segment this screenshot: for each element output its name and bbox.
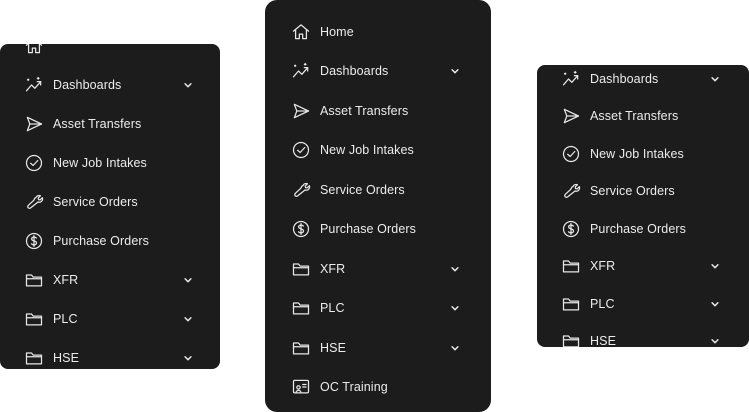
- folder-icon: [291, 338, 311, 358]
- folder-icon: [24, 309, 44, 329]
- menu-item-label: Purchase Orders: [53, 233, 149, 248]
- wrench-icon: [561, 181, 581, 201]
- send-icon: [24, 114, 44, 134]
- folder-icon: [24, 270, 44, 290]
- menu-item-label: HSE: [590, 334, 617, 347]
- menu-item-purchase-orders[interactable]: Purchase Orders: [537, 210, 749, 248]
- menu-item-asset-transfers[interactable]: Asset Transfers: [537, 98, 749, 136]
- menu-item-label: New Job Intakes: [53, 155, 147, 170]
- menu-item-service-orders[interactable]: Service Orders: [265, 170, 491, 210]
- dollar-circle-icon: [291, 219, 311, 239]
- wrench-icon: [291, 180, 311, 200]
- menu-item-service-orders[interactable]: Service Orders: [537, 173, 749, 211]
- chevron-down-icon[interactable]: [449, 263, 461, 275]
- menu-item-oc-training[interactable]: OC Training: [265, 368, 491, 408]
- folder-icon: [561, 331, 581, 347]
- menu-item-purchase-orders[interactable]: Purchase Orders: [265, 210, 491, 250]
- menu-item-hse[interactable]: HSE: [265, 328, 491, 368]
- menu-item-dashboards[interactable]: Dashboards: [265, 52, 491, 92]
- folder-icon: [561, 294, 581, 314]
- chevron-down-icon[interactable]: [709, 73, 721, 85]
- folder-icon: [291, 259, 311, 279]
- chart-line-icon: [24, 75, 44, 95]
- menu-item-label: XFR: [53, 272, 79, 287]
- menu-list: Dashboards Asset Transfers New Job Intak…: [0, 44, 220, 369]
- menu-item-plc[interactable]: PLC: [0, 299, 220, 338]
- menu-item-hse[interactable]: HSE: [0, 338, 220, 369]
- menu-item-label: Service Orders: [53, 194, 138, 209]
- chevron-down-icon[interactable]: [709, 335, 721, 347]
- menu-item-purchase-orders[interactable]: Purchase Orders: [0, 221, 220, 260]
- folder-icon: [561, 256, 581, 276]
- menu-item-label: XFR: [320, 261, 346, 276]
- chevron-down-icon[interactable]: [182, 79, 194, 91]
- menu-item-label: Service Orders: [320, 182, 405, 197]
- menu-item-label: Purchase Orders: [320, 222, 416, 237]
- menu-item-xfr[interactable]: XFR: [537, 248, 749, 286]
- menu-list: Home Dashboards Asset Transfers New Job …: [265, 12, 491, 407]
- sidebar-menu-right: Dashboards Asset Transfers New Job Intak…: [537, 65, 749, 347]
- chevron-down-icon[interactable]: [449, 65, 461, 77]
- check-circle-icon: [291, 140, 311, 160]
- menu-item-label: Asset Transfers: [53, 116, 142, 131]
- menu-item-label: PLC: [590, 296, 615, 311]
- chevron-down-icon[interactable]: [449, 302, 461, 314]
- menu-item-new-job-intakes[interactable]: New Job Intakes: [0, 143, 220, 182]
- sidebar-menu-left: Dashboards Asset Transfers New Job Intak…: [0, 44, 220, 369]
- menu-item-asset-transfers[interactable]: Asset Transfers: [0, 104, 220, 143]
- menu-item-label: Dashboards: [590, 71, 659, 86]
- menu-item-label: Purchase Orders: [590, 221, 686, 236]
- menu-item-label: XFR: [590, 259, 616, 274]
- sidebar-menu-center: Home Dashboards Asset Transfers New Job …: [265, 0, 491, 412]
- home-icon: [24, 44, 44, 56]
- menu-item-label: Service Orders: [590, 184, 675, 199]
- chevron-down-icon[interactable]: [182, 274, 194, 286]
- menu-item-label: New Job Intakes: [320, 143, 414, 158]
- menu-item-label: New Job Intakes: [590, 146, 684, 161]
- menu-item-asset-transfers[interactable]: Asset Transfers: [265, 91, 491, 131]
- menu-item-new-job-intakes[interactable]: New Job Intakes: [537, 135, 749, 173]
- menu-item-label: Dashboards: [320, 64, 389, 79]
- chart-line-icon: [561, 69, 581, 89]
- chevron-down-icon[interactable]: [182, 352, 194, 364]
- dollar-circle-icon: [561, 219, 581, 239]
- check-circle-icon: [24, 153, 44, 173]
- wrench-icon: [24, 192, 44, 212]
- menu-list: Dashboards Asset Transfers New Job Intak…: [537, 65, 749, 347]
- send-icon: [561, 106, 581, 126]
- menu-item-dashboards[interactable]: Dashboards: [537, 65, 749, 98]
- menu-item-xfr[interactable]: XFR: [0, 260, 220, 299]
- menu-item-label: Asset Transfers: [320, 103, 409, 118]
- menu-item-new-job-intakes[interactable]: New Job Intakes: [265, 131, 491, 171]
- chevron-down-icon[interactable]: [709, 260, 721, 272]
- menu-item-label: HSE: [53, 350, 80, 365]
- chart-line-icon: [291, 61, 311, 81]
- dollar-circle-icon: [24, 231, 44, 251]
- menu-item-hse[interactable]: HSE: [537, 323, 749, 347]
- menu-item-label: Dashboards: [53, 77, 122, 92]
- home-icon: [291, 22, 311, 42]
- chevron-down-icon[interactable]: [709, 298, 721, 310]
- folder-icon: [291, 298, 311, 318]
- menu-item-home[interactable]: Home: [265, 12, 491, 52]
- menu-item-xfr[interactable]: XFR: [265, 249, 491, 289]
- menu-item-label: OC Training: [320, 380, 388, 395]
- menu-item-label: PLC: [53, 311, 78, 326]
- check-circle-icon: [561, 144, 581, 164]
- menu-item-plc[interactable]: PLC: [537, 285, 749, 323]
- presentation-icon: [291, 377, 311, 397]
- send-icon: [291, 101, 311, 121]
- chevron-down-icon[interactable]: [449, 342, 461, 354]
- menu-item-label: Asset Transfers: [590, 109, 679, 124]
- menu-item-service-orders[interactable]: Service Orders: [0, 182, 220, 221]
- menu-item-home[interactable]: [0, 44, 220, 65]
- menu-item-label: PLC: [320, 301, 345, 316]
- menu-item-plc[interactable]: PLC: [265, 289, 491, 329]
- folder-icon: [24, 348, 44, 368]
- menu-item-dashboards[interactable]: Dashboards: [0, 65, 220, 104]
- menu-item-label: HSE: [320, 340, 347, 355]
- chevron-down-icon[interactable]: [182, 313, 194, 325]
- menu-item-label: Home: [320, 24, 354, 39]
